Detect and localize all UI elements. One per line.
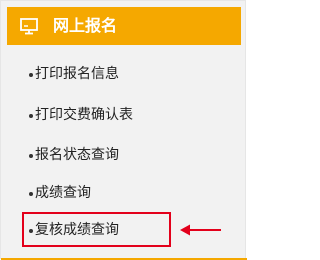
menu-item-label: 打印交费确认表 (35, 107, 133, 123)
menu-item-print-payment[interactable]: 打印交费确认表 (29, 105, 133, 125)
menu-item-label: 成绩查询 (35, 185, 91, 201)
registration-panel: 网上报名 打印报名信息 打印交费确认表 报名状态查询 成绩查询 复核成绩查询 (0, 0, 247, 260)
bullet-icon (29, 154, 33, 158)
bullet-icon (29, 73, 33, 77)
menu-item-score-query[interactable]: 成绩查询 (29, 183, 91, 203)
menu-item-print-registration[interactable]: 打印报名信息 (29, 64, 119, 84)
highlight-box (22, 212, 171, 247)
menu-item-label: 报名状态查询 (35, 147, 119, 163)
menu-item-registration-status[interactable]: 报名状态查询 (29, 145, 119, 165)
bullet-icon (29, 192, 33, 196)
menu-item-label: 打印报名信息 (35, 66, 119, 82)
bullet-icon (29, 114, 33, 118)
left-arrow-icon (180, 224, 221, 236)
